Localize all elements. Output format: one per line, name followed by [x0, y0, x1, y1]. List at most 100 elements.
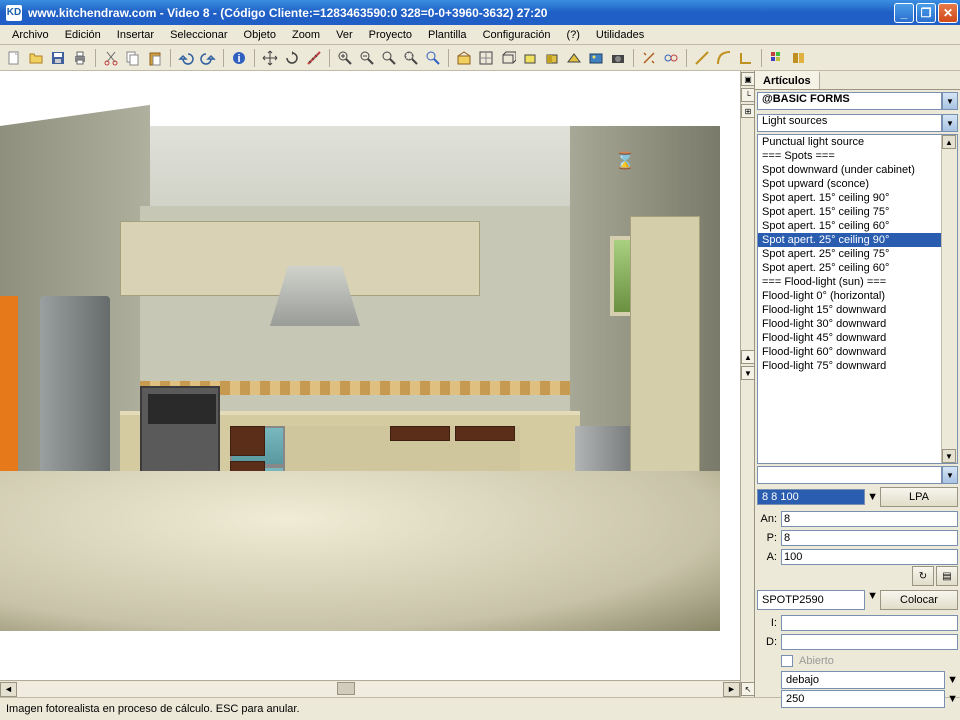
rotate-icon[interactable] — [282, 48, 302, 68]
copy-icon[interactable] — [123, 48, 143, 68]
list-item[interactable]: Spot apert. 15° ceiling 90° — [758, 191, 957, 205]
horizontal-scrollbar[interactable]: ◄ ► — [0, 680, 740, 697]
palette-icon[interactable] — [767, 48, 787, 68]
category-select[interactable]: Light sources — [757, 114, 942, 132]
paste-icon[interactable] — [145, 48, 165, 68]
tab-articulos[interactable]: Artículos — [755, 71, 820, 89]
measure-icon[interactable] — [304, 48, 324, 68]
lpa-button[interactable]: LPA — [880, 487, 958, 507]
list-item[interactable]: Spot apert. 25° ceiling 90° — [758, 233, 957, 247]
menu-archivo[interactable]: Archivo — [4, 27, 57, 43]
vtool-1[interactable]: ▣ — [741, 72, 755, 86]
scroll-right-arrow[interactable]: ► — [723, 682, 740, 697]
menu-configuracion[interactable]: Configuración — [475, 27, 559, 43]
scroll-left-arrow[interactable]: ◄ — [0, 682, 17, 697]
list-scroll-up[interactable]: ▲ — [942, 135, 956, 149]
d-input[interactable] — [781, 634, 958, 650]
viewport-3d[interactable]: ⌛ — [0, 71, 740, 680]
view-wire-icon[interactable] — [498, 48, 518, 68]
catalog-select[interactable]: @BASIC FORMS — [757, 92, 942, 110]
variant-dropdown-icon[interactable]: ▼ — [942, 466, 958, 484]
list-item[interactable]: Spot apert. 25° ceiling 75° — [758, 247, 957, 261]
view-solid-icon[interactable] — [520, 48, 540, 68]
list-item[interactable]: Spot apert. 15° ceiling 60° — [758, 219, 957, 233]
save-icon[interactable] — [48, 48, 68, 68]
menu-insertar[interactable]: Insertar — [109, 27, 162, 43]
zoom-fit-icon[interactable] — [379, 48, 399, 68]
refresh-icon[interactable]: ↻ — [912, 566, 934, 586]
new-file-icon[interactable] — [4, 48, 24, 68]
catalog-icon[interactable] — [789, 48, 809, 68]
print-icon[interactable] — [70, 48, 90, 68]
move-icon[interactable] — [260, 48, 280, 68]
depth-input[interactable] — [781, 530, 958, 546]
menu-utilidades[interactable]: Utilidades — [588, 27, 652, 43]
maximize-button[interactable]: ❐ — [916, 3, 936, 23]
vtool-2[interactable]: └ — [741, 88, 755, 102]
redo-icon[interactable] — [198, 48, 218, 68]
info-icon[interactable]: i — [229, 48, 249, 68]
undo-icon[interactable] — [176, 48, 196, 68]
cut-icon[interactable] — [101, 48, 121, 68]
list-item[interactable]: === Flood-light (sun) === — [758, 275, 957, 289]
list-item[interactable]: Flood-light 60° downward — [758, 345, 957, 359]
list-item[interactable]: Spot downward (under cabinet) — [758, 163, 957, 177]
list-item[interactable]: === Spots === — [758, 149, 957, 163]
menu-zoom[interactable]: Zoom — [284, 27, 328, 43]
list-item[interactable]: Punctual light source — [758, 135, 957, 149]
place-button[interactable]: Colocar — [880, 590, 958, 610]
reference-select[interactable]: SPOTP2590 — [757, 590, 865, 610]
scroll-thumb[interactable] — [337, 682, 355, 695]
size-dropdown-icon[interactable]: ▼ — [867, 491, 878, 503]
altitude-dropdown-icon[interactable]: ▼ — [947, 693, 958, 705]
list-item[interactable]: Flood-light 0° (horizontal) — [758, 289, 957, 303]
list-item[interactable]: Flood-light 30° downward — [758, 317, 957, 331]
width-input[interactable] — [781, 511, 958, 527]
altitude-select[interactable]: 250 — [781, 690, 945, 708]
tool-misc2-icon[interactable] — [661, 48, 681, 68]
tool-line-icon[interactable] — [692, 48, 712, 68]
view-shaded-icon[interactable] — [542, 48, 562, 68]
position-dropdown-icon[interactable]: ▼ — [947, 674, 958, 686]
list-scroll-down[interactable]: ▼ — [942, 449, 956, 463]
i-input[interactable] — [781, 615, 958, 631]
view-plan-icon[interactable] — [476, 48, 496, 68]
abierto-checkbox[interactable] — [781, 655, 793, 667]
view-render-icon[interactable] — [586, 48, 606, 68]
tool-misc1-icon[interactable] — [639, 48, 659, 68]
menu-ver[interactable]: Ver — [328, 27, 361, 43]
view-floor-icon[interactable] — [454, 48, 474, 68]
list-item[interactable]: Flood-light 75° downward — [758, 359, 957, 373]
list-scrollbar[interactable]: ▲ ▼ — [941, 135, 957, 463]
article-list[interactable]: Punctual light source=== Spots ===Spot d… — [757, 134, 958, 464]
list-item[interactable]: Spot apert. 15° ceiling 75° — [758, 205, 957, 219]
list-item[interactable]: Spot apert. 25° ceiling 60° — [758, 261, 957, 275]
menu-plantilla[interactable]: Plantilla — [420, 27, 475, 43]
size-summary[interactable]: 8 8 100 — [757, 489, 865, 505]
tool-corner-icon[interactable] — [736, 48, 756, 68]
list-item[interactable]: Flood-light 15° downward — [758, 303, 957, 317]
zoom-in-icon[interactable] — [335, 48, 355, 68]
vtool-up[interactable]: ▲ — [741, 350, 755, 364]
close-button[interactable]: ✕ — [938, 3, 958, 23]
minimize-button[interactable]: _ — [894, 3, 914, 23]
list-item[interactable]: Flood-light 45° downward — [758, 331, 957, 345]
list-item[interactable]: Spot upward (sconce) — [758, 177, 957, 191]
menu-objeto[interactable]: Objeto — [236, 27, 284, 43]
menu-edicion[interactable]: Edición — [57, 27, 109, 43]
vtool-down[interactable]: ▼ — [741, 366, 755, 380]
details-icon[interactable]: ▤ — [936, 566, 958, 586]
position-select[interactable]: debajo — [781, 671, 945, 689]
menu-seleccionar[interactable]: Seleccionar — [162, 27, 235, 43]
zoom-area-icon[interactable] — [401, 48, 421, 68]
variant-select[interactable] — [757, 466, 942, 484]
menu-help[interactable]: (?) — [558, 27, 587, 43]
open-file-icon[interactable] — [26, 48, 46, 68]
menu-proyecto[interactable]: Proyecto — [361, 27, 420, 43]
zoom-out-icon[interactable] — [357, 48, 377, 68]
reference-dropdown-icon[interactable]: ▼ — [867, 590, 878, 610]
view-persp-icon[interactable] — [564, 48, 584, 68]
camera-icon[interactable] — [608, 48, 628, 68]
catalog-dropdown-icon[interactable]: ▼ — [942, 92, 958, 110]
vtool-3[interactable]: ⊞ — [741, 104, 755, 118]
